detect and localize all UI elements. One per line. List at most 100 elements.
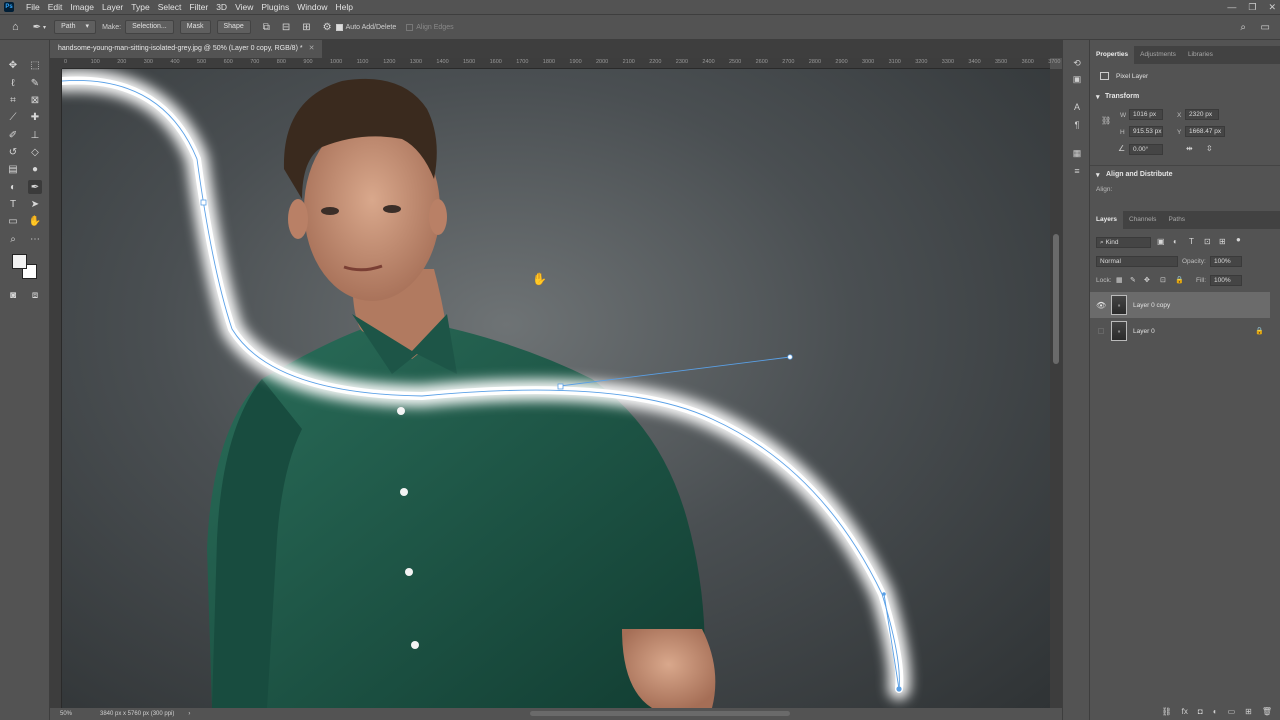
lock-all-icon[interactable]: 🔒 [1175,276,1184,284]
eyedropper-tool-icon[interactable]: ⟋ [6,110,20,124]
height-field[interactable]: 915.53 px [1129,126,1163,137]
filter-type-icon[interactable]: T [1189,237,1194,246]
auto-add-delete-checkbox[interactable] [335,23,343,31]
menu-window[interactable]: Window [293,0,331,14]
new-layer-icon[interactable]: ⊞ [1245,707,1252,716]
filter-pixel-icon[interactable]: ▣ [1157,237,1165,246]
menu-file[interactable]: File [22,0,44,14]
tab-layers[interactable]: Layers [1090,211,1123,229]
minimize-icon[interactable]: — [1227,2,1236,12]
lock-pixels-icon[interactable]: ✎ [1130,276,1136,284]
visibility-box[interactable] [1098,328,1104,334]
document-tab[interactable]: handsome-young-man-sitting-isolated-grey… [50,40,323,58]
home-icon[interactable]: ⌂ [12,21,19,33]
fill-field[interactable]: 100% [1210,275,1242,286]
add-mask-icon[interactable]: ◘ [1198,707,1203,716]
tab-properties[interactable]: Properties [1090,46,1135,64]
stamp-tool-icon[interactable]: ⊥ [28,128,42,142]
hand-tool-icon[interactable]: ✋ [28,214,42,228]
lock-position-icon[interactable]: ✥ [1144,276,1150,284]
comments-panel-icon[interactable]: ▣ [1070,72,1084,86]
history-brush-tool-icon[interactable]: ↺ [6,145,20,159]
layer-row-layer-0[interactable]: ▪ Layer 0 🔒 [1090,318,1270,344]
opacity-field[interactable]: 100% [1210,256,1242,267]
foreground-color-swatch[interactable] [12,254,27,269]
zoom-tool-icon[interactable]: ⌕ [6,232,20,246]
y-field[interactable]: 1668.47 px [1185,126,1225,137]
path-operations-icon[interactable]: ⧉ [263,22,270,33]
new-group-icon[interactable]: ▭ [1228,707,1236,716]
eraser-tool-icon[interactable]: ◇ [28,145,42,159]
rectangle-tool-icon[interactable]: ▭ [6,214,20,228]
chevron-down-icon[interactable]: ▾ [1096,93,1100,101]
horizontal-scrollbar[interactable] [530,711,790,716]
document-canvas[interactable]: ✋ [62,69,1050,708]
make-shape-button[interactable]: Shape [216,20,251,34]
crop-tool-icon[interactable]: ⌗ [6,93,20,107]
menu-type[interactable]: Type [127,0,153,14]
dodge-tool-icon[interactable]: ◐ [6,180,20,194]
type-tool-icon[interactable]: T [6,197,20,211]
menu-image[interactable]: Image [66,0,98,14]
more-tools-icon[interactable]: ⋯ [28,232,42,246]
search-icon[interactable]: ⌕ [1240,22,1246,33]
tab-adjustments[interactable]: Adjustments [1134,46,1182,64]
tab-channels[interactable]: Channels [1123,211,1162,229]
filter-toggle-icon[interactable]: ● [1236,235,1241,244]
horizontal-ruler[interactable]: 0 100 200 300 400 500 600 700 800 900 1000 1100 1200… [62,58,1060,69]
chevron-down-icon[interactable]: ▾ [1096,171,1100,179]
layer-filter-select[interactable]: ⌕ Kind [1096,237,1151,248]
lasso-tool-icon[interactable]: ℓ [6,76,20,90]
restore-icon[interactable]: ❐ [1248,2,1256,13]
paragraph-panel-icon[interactable]: ¶ [1070,118,1084,132]
menu-select[interactable]: Select [154,0,186,14]
pen-mode-select[interactable]: Path ▾ [54,20,97,34]
make-mask-button[interactable]: Mask [179,20,211,34]
filter-smart-icon[interactable]: ⊞ [1219,237,1226,246]
lock-artboard-icon[interactable]: ⊡ [1160,276,1166,284]
tab-libraries[interactable]: Libraries [1182,46,1219,64]
menu-edit[interactable]: Edit [44,0,67,14]
blur-tool-icon[interactable]: ● [28,162,42,176]
filter-adjust-icon[interactable]: ◐ [1173,237,1178,246]
pen-tool-icon[interactable]: ✒ [28,180,42,194]
swatches-panel-icon[interactable]: ▦ [1070,146,1084,160]
zoom-level[interactable]: 50% [60,711,100,717]
quick-select-tool-icon[interactable]: ✎ [28,76,42,90]
make-selection-button[interactable]: Selection... [125,20,174,34]
quick-mask-icon[interactable]: ◙ [6,288,20,302]
flip-horizontal-icon[interactable]: ⇹ [1186,144,1193,153]
brush-tool-icon[interactable]: ✐ [6,128,20,142]
menu-3d[interactable]: 3D [212,0,231,14]
scrollbar-thumb[interactable] [1053,234,1059,364]
character-panel-icon[interactable]: A [1070,100,1084,114]
menu-view[interactable]: View [231,0,257,14]
fx-icon[interactable]: fx [1182,707,1188,716]
path-alignment-icon[interactable]: ⊟ [282,22,290,33]
marquee-tool-icon[interactable]: ⬚ [28,58,42,72]
blend-mode-select[interactable]: Normal [1096,256,1178,267]
adjust-panel-icon[interactable]: ≡ [1070,164,1084,178]
vertical-ruler[interactable] [50,69,62,708]
move-tool-icon[interactable]: ✥ [6,58,20,72]
frame-tool-icon[interactable]: ⊠ [28,93,42,107]
filter-shape-icon[interactable]: ⊡ [1204,237,1211,246]
flip-vertical-icon[interactable]: ⇳ [1206,144,1213,153]
x-field[interactable]: 2320 px [1185,109,1219,120]
adjustment-layer-icon[interactable]: ◐ [1213,707,1218,716]
eye-icon[interactable]: 👁 [1096,301,1106,310]
ruler-origin[interactable] [50,58,62,69]
close-tab-icon[interactable]: ✕ [309,40,315,58]
workspace-icon[interactable]: ▭ [1261,22,1270,33]
link-layers-icon[interactable]: ⛓ [1162,707,1172,716]
menu-help[interactable]: Help [331,0,356,14]
link-icon[interactable]: ⛓ [1101,116,1111,125]
gradient-tool-icon[interactable]: ▤ [6,162,20,176]
path-select-tool-icon[interactable]: ➤ [28,197,42,211]
chevron-right-icon[interactable]: › [188,711,190,717]
trash-icon[interactable]: 🗑 [1262,707,1272,716]
healing-tool-icon[interactable]: ✚ [28,110,42,124]
gear-icon[interactable]: ⚙ [323,22,332,33]
menu-filter[interactable]: Filter [185,0,212,14]
chevron-down-icon[interactable]: ▾ [43,24,46,31]
